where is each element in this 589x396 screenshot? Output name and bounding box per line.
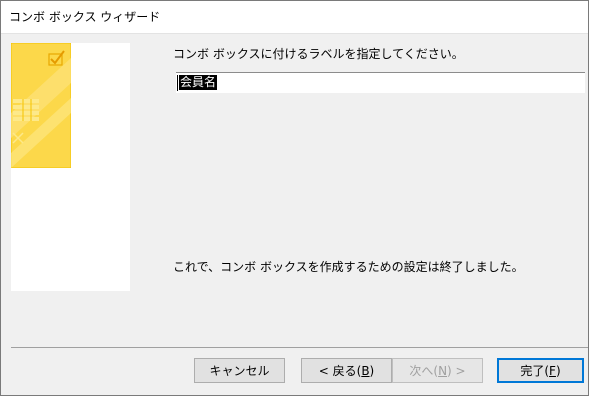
window-title: コンボ ボックス ウィザード [9,10,161,24]
wizard-content: コンボ ボックスに付けるラベルを指定してください。 会員名 これで、コンボ ボッ… [1,34,588,395]
next-button[interactable]: 次へ(N) > [392,358,483,383]
cancel-button[interactable]: キャンセル [194,358,285,383]
text-caret [177,75,178,91]
wizard-side-panel [11,43,130,291]
back-button-accelerator: B [361,363,370,378]
next-button-accelerator: N [438,363,448,378]
finish-button[interactable]: 完了(F) [497,358,584,383]
label-prompt: コンボ ボックスに付けるラベルを指定してください。 [173,47,464,61]
combo-box-wizard-dialog: コンボ ボックス ウィザード コンボ ボックスに付けるラベルを指定してください。… [0,0,589,396]
finish-button-label-post: ) [555,363,561,378]
finish-button-accelerator: F [549,363,556,378]
title-bar: コンボ ボックス ウィザード [1,1,588,34]
finish-message: これで、コンボ ボックスを作成するための設定は終了しました。 [173,260,524,274]
back-button-label-post: ) [369,363,375,378]
next-button-label-pre: 次へ( [409,364,439,378]
cancel-button-label: キャンセル [209,364,270,378]
label-selected-text: 会員名 [179,75,218,90]
label-text-field[interactable]: 会員名 [176,72,585,93]
finish-button-label-pre: 完了( [520,364,550,378]
wizard-illustration-icon [11,43,71,168]
back-button-label-pre: < 戻る( [318,364,362,378]
next-button-label-post: ) > [447,363,466,378]
back-button[interactable]: < 戻る(B) [301,358,392,383]
button-area-divider [11,347,588,348]
